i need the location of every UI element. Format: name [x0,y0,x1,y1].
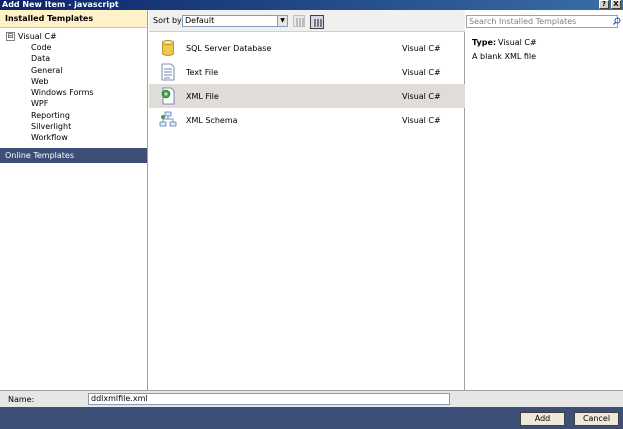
cancel-button[interactable]: Cancel [574,412,619,426]
template-item-language: Visual C# [402,44,441,53]
template-description: A blank XML file [472,52,537,61]
help-button[interactable]: ? [599,0,609,9]
installed-templates-header[interactable]: Installed Templates [0,10,147,28]
template-item-text-file[interactable]: Text File Visual C# [149,60,465,84]
template-item-sql-server-database[interactable]: SQL Server Database Visual C# [149,36,465,60]
tree-item-code[interactable]: Code [31,42,51,53]
search-icon[interactable] [613,17,621,25]
tree-item-web[interactable]: Web [31,76,48,87]
details-panel: Search Installed Templates Type: Visual … [466,10,623,390]
list-view-button[interactable] [310,15,324,29]
tree-item-general[interactable]: General [31,65,63,76]
tree-item-windows-forms[interactable]: Windows Forms [31,87,94,98]
tree-item-wpf[interactable]: WPF [31,98,48,109]
type-label: Type: [472,38,497,47]
chevron-down-icon[interactable]: ▼ [277,15,288,27]
list-view-icon [314,19,322,27]
database-icon [162,40,174,56]
online-templates-header[interactable]: Online Templates [0,148,147,163]
tree-item-silverlight[interactable]: Silverlight [31,121,71,132]
window-title: Add New Item - javascript [2,0,119,9]
template-item-language: Visual C# [402,68,441,77]
sort-dropdown[interactable]: Default [182,15,288,27]
template-item-name: XML Schema [186,116,238,125]
sort-by-label: Sort by: [153,16,184,25]
type-value: Visual C# [498,38,537,47]
name-bar: Name: ddlxmlfile.xml [0,390,623,407]
tree-item-reporting[interactable]: Reporting [31,110,70,121]
tree-item-visual-csharp[interactable]: ⊟ Visual C# [6,31,57,42]
template-item-language: Visual C# [402,116,441,125]
xml-schema-icon [159,111,177,127]
button-bar: Add Cancel [0,407,623,429]
search-input[interactable]: Search Installed Templates [466,15,618,28]
title-bar: Add New Item - javascript ? X [0,0,623,10]
template-item-xml-file[interactable]: XML File Visual C# [149,84,465,108]
name-input[interactable]: ddlxmlfile.xml [88,393,450,405]
tree-item-label: Visual C# [18,32,57,41]
close-button[interactable]: X [611,0,621,9]
template-item-name: Text File [186,68,219,77]
template-tree-panel: Installed Templates ⊟ Visual C# Code Data… [0,10,148,390]
template-item-language: Visual C# [402,92,441,101]
template-item-xml-schema[interactable]: XML Schema Visual C# [149,108,465,132]
template-list-panel: Sort by: Default ▼ SQL Server Database V… [149,10,465,390]
large-icons-icon [296,18,304,26]
template-item-name: XML File [186,92,219,101]
add-button[interactable]: Add [520,412,565,426]
xml-file-icon [161,87,175,105]
large-icons-view-button[interactable] [293,15,305,27]
tree-item-data[interactable]: Data [31,53,50,64]
text-file-icon [161,63,175,81]
tree-item-workflow[interactable]: Workflow [31,132,68,143]
template-item-name: SQL Server Database [186,44,272,53]
sort-toolbar: Sort by: Default ▼ [149,10,465,32]
name-label: Name: [8,395,35,404]
collapse-icon[interactable]: ⊟ [6,32,15,41]
